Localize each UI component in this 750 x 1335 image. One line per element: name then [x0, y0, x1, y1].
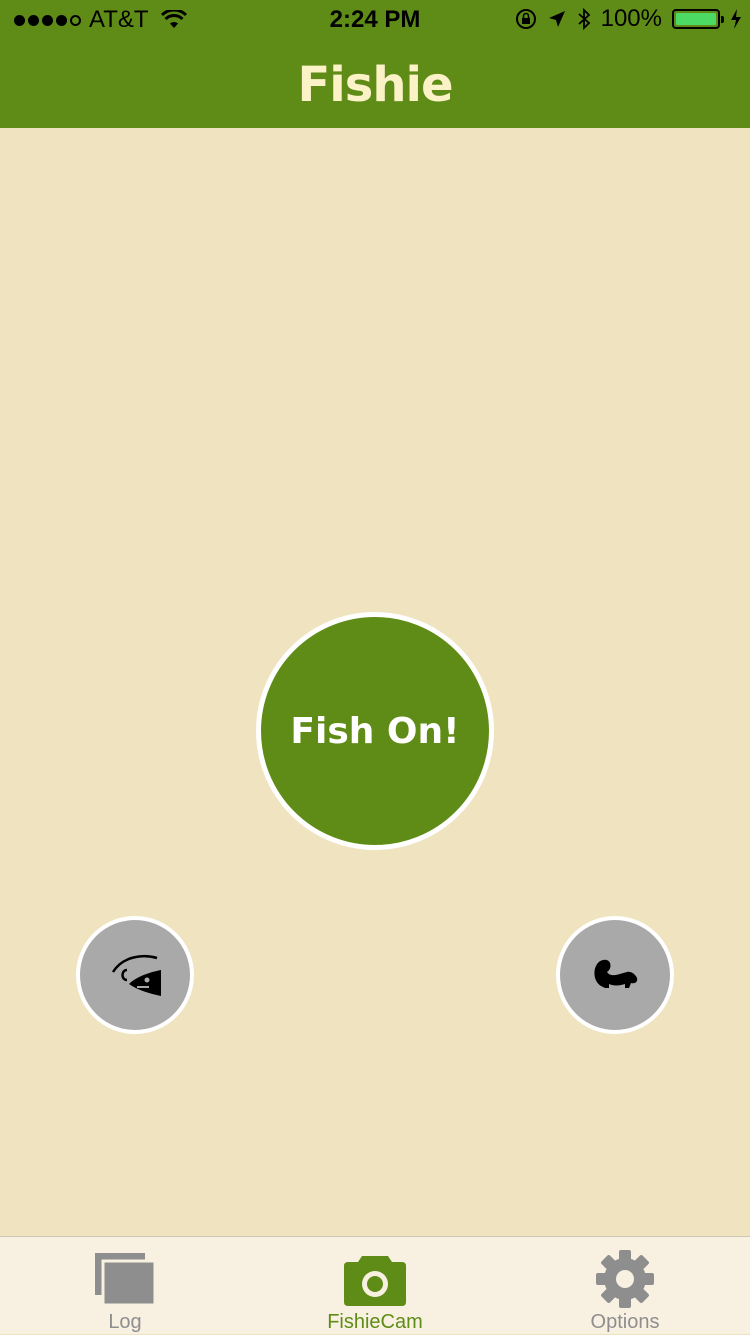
catch-button[interactable]: [76, 916, 194, 1034]
skunk-button[interactable]: [556, 916, 674, 1034]
bluetooth-icon: [578, 8, 590, 30]
battery-icon: [672, 9, 724, 29]
battery-level: [676, 13, 716, 25]
camera-icon: [343, 1247, 407, 1311]
status-right-group: 100%: [515, 5, 742, 33]
fish-on-button[interactable]: Fish On!: [256, 612, 494, 850]
skunk-icon: [594, 959, 638, 988]
tab-log-label: Log: [108, 1311, 142, 1333]
location-arrow-icon: [548, 11, 565, 27]
app-header: AT&T 2:24 PM 100% Fishie: [0, 0, 750, 128]
hooked-fish-icon: [111, 955, 161, 996]
tab-options[interactable]: Options: [500, 1237, 750, 1335]
tab-options-label: Options: [590, 1311, 660, 1333]
status-bar: AT&T 2:24 PM 100%: [0, 0, 750, 40]
tab-log[interactable]: Log: [0, 1237, 250, 1335]
gear-icon: [593, 1247, 657, 1311]
tab-bar: Log FishieCam Options: [0, 1236, 750, 1334]
rotation-lock-icon: [515, 9, 536, 29]
tab-fishiecam-label: FishieCam: [327, 1311, 423, 1333]
battery-percent: 100%: [600, 5, 662, 32]
tab-fishiecam[interactable]: FishieCam: [250, 1237, 500, 1335]
page-title: Fishie: [297, 57, 454, 113]
charging-bolt-icon: [731, 9, 741, 29]
log-icon: [93, 1247, 157, 1311]
fish-on-label: Fish On!: [290, 710, 460, 752]
battery-tip: [721, 16, 724, 23]
